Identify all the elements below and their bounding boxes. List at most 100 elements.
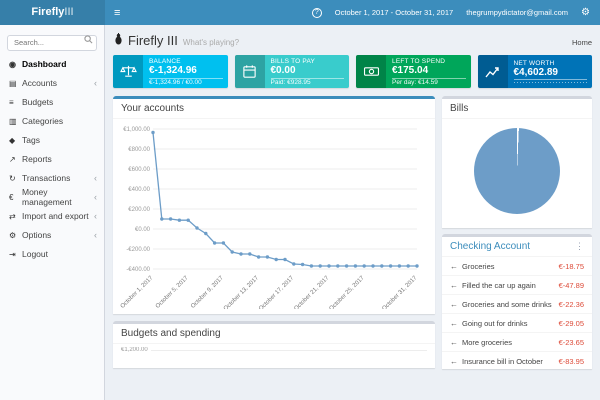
bills-panel: Bills <box>442 96 592 228</box>
transaction-row[interactable]: ←More groceries€-23.65 <box>442 333 592 352</box>
breadcrumb[interactable]: Home <box>572 38 592 47</box>
data-point[interactable] <box>415 264 418 267</box>
data-point[interactable] <box>231 250 234 253</box>
data-point[interactable] <box>345 264 348 267</box>
transaction-row[interactable]: ←Going out for drinks€-29.05 <box>442 314 592 333</box>
tasks-icon: ≡ <box>9 98 22 107</box>
date-range[interactable]: October 1, 2017 - October 31, 2017 <box>335 8 453 17</box>
data-point[interactable] <box>178 219 181 222</box>
stat-progress-strip <box>514 81 588 84</box>
brand-logo[interactable]: FireflyIII <box>0 0 105 25</box>
dashboard-icon: ◉ <box>9 60 22 69</box>
euro-icon: € <box>9 193 22 202</box>
data-point[interactable] <box>160 217 163 220</box>
sidebar-item-logout[interactable]: ⇥Logout <box>0 245 104 264</box>
transaction-amount: €-47.89 <box>559 281 584 290</box>
sidebar-item-label: Transactions <box>22 173 94 183</box>
sidebar-item-budgets[interactable]: ≡Budgets <box>0 93 104 112</box>
withdrawal-arrow-icon: ← <box>450 300 458 309</box>
search-icon[interactable] <box>84 35 93 44</box>
data-point[interactable] <box>213 241 216 244</box>
data-point[interactable] <box>301 263 304 266</box>
tags-icon: ◆ <box>9 136 22 145</box>
data-point[interactable] <box>222 241 225 244</box>
data-point[interactable] <box>389 264 392 267</box>
account-balance-line <box>153 133 417 267</box>
sidebar-item-options[interactable]: ⚙Options‹ <box>0 226 104 245</box>
sidebar-toggle-icon[interactable]: ≡ <box>105 0 129 25</box>
firefly-logo-icon <box>113 33 124 45</box>
data-point[interactable] <box>292 262 295 265</box>
user-email[interactable]: thegrumpydictator@gmail.com <box>466 8 568 17</box>
sidebar-item-reports[interactable]: ↗Reports <box>0 150 104 169</box>
data-point[interactable] <box>327 264 330 267</box>
transaction-row[interactable]: ←Groceries€-18.75 <box>442 257 592 276</box>
data-point[interactable] <box>195 226 198 229</box>
bills-to-pay-stat-box[interactable]: BILLS TO PAY€0.00Paid: €928.95 <box>235 55 350 88</box>
sidebar-item-label: Accounts <box>22 78 94 88</box>
transaction-amount: €-83.95 <box>559 357 584 366</box>
stat-value: €-1,324.96 <box>149 65 223 77</box>
settings-gear-icon[interactable]: ⚙ <box>581 8 590 18</box>
transaction-description: Going out for drinks <box>462 319 555 328</box>
accounts-line-chart[interactable]: €1,000.00€800.00€600.00€400.00€200.00€0.… <box>119 121 425 309</box>
help-icon[interactable]: ? <box>312 8 322 18</box>
x-axis-tick-label: October 1, 2017 <box>120 275 155 309</box>
data-point[interactable] <box>151 131 154 134</box>
data-point[interactable] <box>363 264 366 267</box>
sidebar-item-transactions[interactable]: ↻Transactions‹ <box>0 169 104 188</box>
stat-label: BALANCE <box>149 58 223 65</box>
data-point[interactable] <box>248 252 251 255</box>
checking-account-title[interactable]: Checking Account <box>450 241 530 252</box>
data-point[interactable] <box>266 255 269 258</box>
budget-gridline <box>151 350 427 351</box>
page-title: Firefly III <box>128 33 178 48</box>
data-point[interactable] <box>310 264 313 267</box>
withdrawal-arrow-icon: ← <box>450 338 458 347</box>
bills-pie-chart[interactable] <box>474 128 560 214</box>
data-point[interactable] <box>204 232 207 235</box>
budgets-bar-chart[interactable]: €1,200.00 <box>121 347 427 368</box>
bar-chart-icon: ▥ <box>9 117 22 126</box>
money-bill-icon <box>363 65 380 78</box>
transaction-row[interactable]: ←Insurance bill in October€-83.95 <box>442 352 592 369</box>
transaction-row[interactable]: ←Filled the car up again€-47.89 <box>442 276 592 295</box>
checking-account-panel: Checking Account ⋮ ←Groceries€-18.75←Fil… <box>442 234 592 369</box>
sidebar-item-import-and-export[interactable]: ⇄Import and export‹ <box>0 207 104 226</box>
sidebar: ◉Dashboard▤Accounts‹≡Budgets▥Categories◆… <box>0 25 105 400</box>
sidebar-item-tags[interactable]: ◆Tags <box>0 131 104 150</box>
data-point[interactable] <box>275 258 278 261</box>
data-point[interactable] <box>336 264 339 267</box>
panel-menu-icon[interactable]: ⋮ <box>575 242 584 251</box>
x-axis-tick-label: October 21, 2017 <box>293 275 330 309</box>
sidebar-item-label: Logout <box>22 249 97 259</box>
data-point[interactable] <box>169 217 172 220</box>
budgets-panel: Budgets and spending €1,200.00 <box>113 321 435 368</box>
sidebar-item-dashboard[interactable]: ◉Dashboard <box>0 55 104 74</box>
transaction-row[interactable]: ← Groceries and some drinks €-22.36 <box>442 295 592 314</box>
data-point[interactable] <box>187 219 190 222</box>
data-point[interactable] <box>319 264 322 267</box>
x-axis-tick-label: October 31, 2017 <box>381 275 418 309</box>
data-point[interactable] <box>398 264 401 267</box>
transaction-amount: €-29.05 <box>559 319 584 328</box>
data-point[interactable] <box>380 264 383 267</box>
data-point[interactable] <box>371 264 374 267</box>
net-worth-stat-box[interactable]: NET WORTH€4,602.89 <box>478 55 593 88</box>
x-axis-tick-label: October 17, 2017 <box>258 275 295 309</box>
data-point[interactable] <box>283 258 286 261</box>
withdrawal-arrow-icon: ← <box>450 281 458 290</box>
transaction-description: Groceries and some drinks <box>462 300 555 309</box>
sidebar-item-label: Options <box>22 230 94 240</box>
sidebar-item-categories[interactable]: ▥Categories <box>0 112 104 131</box>
data-point[interactable] <box>257 255 260 258</box>
transaction-amount: €-22.36 <box>559 300 584 309</box>
data-point[interactable] <box>354 264 357 267</box>
sidebar-item-label: Import and export <box>22 211 94 221</box>
sidebar-item-money-management[interactable]: €Money management‹ <box>0 188 104 207</box>
data-point[interactable] <box>407 264 410 267</box>
balance-stat-box[interactable]: BALANCE€-1,324.96€-1,324.96 / €0.00 <box>113 55 228 88</box>
left-to-spend-stat-box[interactable]: LEFT TO SPEND€175.04Per day: €14.59 <box>356 55 471 88</box>
data-point[interactable] <box>239 252 242 255</box>
sidebar-item-accounts[interactable]: ▤Accounts‹ <box>0 74 104 93</box>
